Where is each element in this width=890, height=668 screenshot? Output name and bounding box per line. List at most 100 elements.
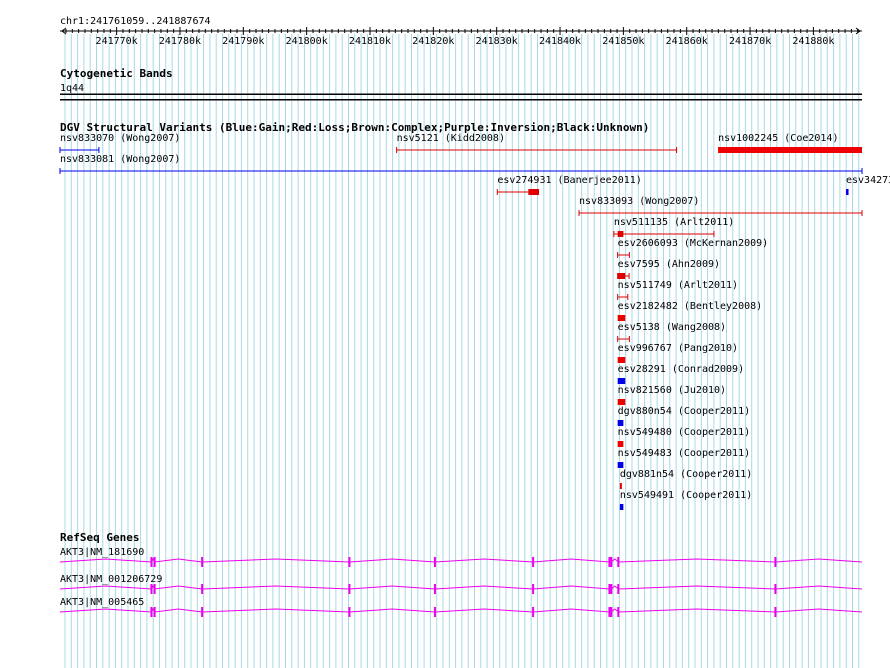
variant-esv5138[interactable]: esv5138 (Wang2008) [617,322,726,342]
gene-exon[interactable] [433,557,436,567]
gene-exon[interactable] [774,607,777,617]
gene-exon[interactable] [608,584,611,594]
variant-label[interactable]: esv7595 (Ahn2009) [618,259,720,270]
variant-label[interactable]: nsv549483 (Cooper2011) [618,448,750,459]
variant-label[interactable]: nsv549491 (Cooper2011) [620,490,752,501]
variant-nsv833081[interactable]: nsv833081 (Wong2007) [59,154,863,174]
variant-label[interactable]: esv2182482 (Bentley2008) [618,301,763,312]
gene-exon[interactable] [348,584,351,594]
gene-exon[interactable] [532,557,535,567]
variant-label[interactable]: nsv511135 (Arlt2011) [614,217,734,228]
variant-label[interactable]: esv5138 (Wang2008) [618,322,726,333]
ruler-tick-label: 241770k [96,36,138,47]
gene-exon[interactable] [153,607,156,617]
variant-label[interactable]: esv3427368 [846,175,890,186]
gene-label[interactable]: AKT3|NM_181690 [60,547,144,558]
gene-intron-line[interactable] [59,584,863,590]
gene-label[interactable]: AKT3|NM_005465 [60,597,144,608]
cytoband-track-title: Cytogenetic Bands [60,67,173,80]
variant-label[interactable]: nsv833081 (Wong2007) [60,154,180,165]
variant-box[interactable] [617,231,624,237]
variant-box[interactable] [617,399,626,405]
variant-dgv880n54[interactable]: dgv880n54 (Cooper2011) [617,406,750,426]
gene-exon[interactable] [617,557,620,567]
variant-label[interactable]: esv28291 (Conrad2009) [618,364,744,375]
variant-label[interactable]: nsv821560 (Ju2010) [618,385,726,396]
variant-nsv1002245[interactable]: nsv1002245 (Coe2014) [718,133,862,153]
variant-box[interactable] [617,378,626,384]
variant-label[interactable]: nsv511749 (Arlt2011) [618,280,738,291]
gene-AKT3|NM_005465[interactable]: AKT3|NM_005465 [59,597,863,617]
gene-exon[interactable] [610,584,613,594]
variant-label[interactable]: dgv880n54 (Cooper2011) [618,406,750,417]
gene-exon[interactable] [608,607,611,617]
variant-box[interactable] [846,189,849,195]
variant-label[interactable]: nsv833093 (Wong2007) [579,196,699,207]
gene-exon[interactable] [201,607,204,617]
refseq-track-title: RefSeq Genes [60,531,139,544]
variant-label[interactable]: nsv549480 (Cooper2011) [618,427,750,438]
variant-esv7595[interactable]: esv7595 (Ahn2009) [617,259,720,279]
variant-box[interactable] [528,189,539,195]
gene-exon[interactable] [774,584,777,594]
gene-exon[interactable] [153,557,156,567]
gene-intron-line[interactable] [59,607,863,613]
gene-exon[interactable] [150,584,153,594]
variant-nsv549483[interactable]: nsv549483 (Cooper2011) [617,448,750,468]
variant-nsv511135[interactable]: nsv511135 (Arlt2011) [613,217,734,237]
gene-exon[interactable] [433,607,436,617]
variant-box[interactable] [619,483,622,489]
gene-exon[interactable] [348,557,351,567]
gene-exon[interactable] [610,557,613,567]
variant-esv274931[interactable]: esv274931 (Banerjee2011) [496,175,642,195]
variant-box[interactable] [617,462,624,468]
variant-nsv821560[interactable]: nsv821560 (Ju2010) [617,385,726,405]
variant-label[interactable]: dgv881n54 (Cooper2011) [620,469,752,480]
ruler-tick-label: 241870k [729,36,771,47]
gene-exon[interactable] [201,584,204,594]
variant-box[interactable] [617,441,624,447]
variant-box[interactable] [718,147,862,153]
ruler-tick-label: 241860k [666,36,708,47]
gene-label[interactable]: AKT3|NM_001206729 [60,574,162,585]
variant-box[interactable] [617,273,626,279]
variant-esv2182482[interactable]: esv2182482 (Bentley2008) [617,301,763,321]
variant-label[interactable]: nsv5121 (Kidd2008) [397,133,505,144]
gene-exon[interactable] [532,607,535,617]
variant-label[interactable]: nsv1002245 (Coe2014) [718,133,838,144]
gene-exon[interactable] [608,557,611,567]
gene-exon[interactable] [153,584,156,594]
gene-AKT3|NM_001206729[interactable]: AKT3|NM_001206729 [59,574,863,594]
gene-exon[interactable] [617,607,620,617]
cytoband-label[interactable]: 1q44 [60,83,84,94]
variant-label[interactable]: esv2606093 (McKernan2009) [618,238,769,249]
gene-exon[interactable] [610,607,613,617]
gene-exon[interactable] [433,584,436,594]
ruler-tick-label: 241880k [792,36,834,47]
gene-exon[interactable] [774,557,777,567]
variant-nsv549480[interactable]: nsv549480 (Cooper2011) [617,427,750,447]
variant-label[interactable]: nsv833070 (Wong2007) [60,133,180,144]
gene-AKT3|NM_181690[interactable]: AKT3|NM_181690 [59,547,863,567]
ruler-tick-label: 241850k [602,36,644,47]
gene-exon[interactable] [532,584,535,594]
variant-nsv833070[interactable]: nsv833070 (Wong2007) [59,133,180,153]
cytoband-line-top [60,93,862,95]
variant-label[interactable]: esv274931 (Banerjee2011) [497,175,641,186]
gene-intron-line[interactable] [59,557,863,563]
variant-box[interactable] [617,420,624,426]
variant-box[interactable] [619,504,624,510]
variant-label[interactable]: esv996767 (Pang2010) [618,343,738,354]
gene-exon[interactable] [201,557,204,567]
gene-exon[interactable] [348,607,351,617]
variant-nsv5121[interactable]: nsv5121 (Kidd2008) [396,133,678,153]
ruler-tick-label: 241780k [159,36,201,47]
gene-exon[interactable] [617,584,620,594]
variant-box[interactable] [617,315,626,321]
gene-exon[interactable] [150,607,153,617]
coordinate-ruler[interactable]: 241770k 241780k 241790k 241800k 241810k 24182… [60,27,862,47]
ruler-tick-label: 241830k [476,36,518,47]
variant-esv28291[interactable]: esv28291 (Conrad2009) [617,364,744,384]
variant-box[interactable] [617,357,626,363]
gene-exon[interactable] [150,557,153,567]
